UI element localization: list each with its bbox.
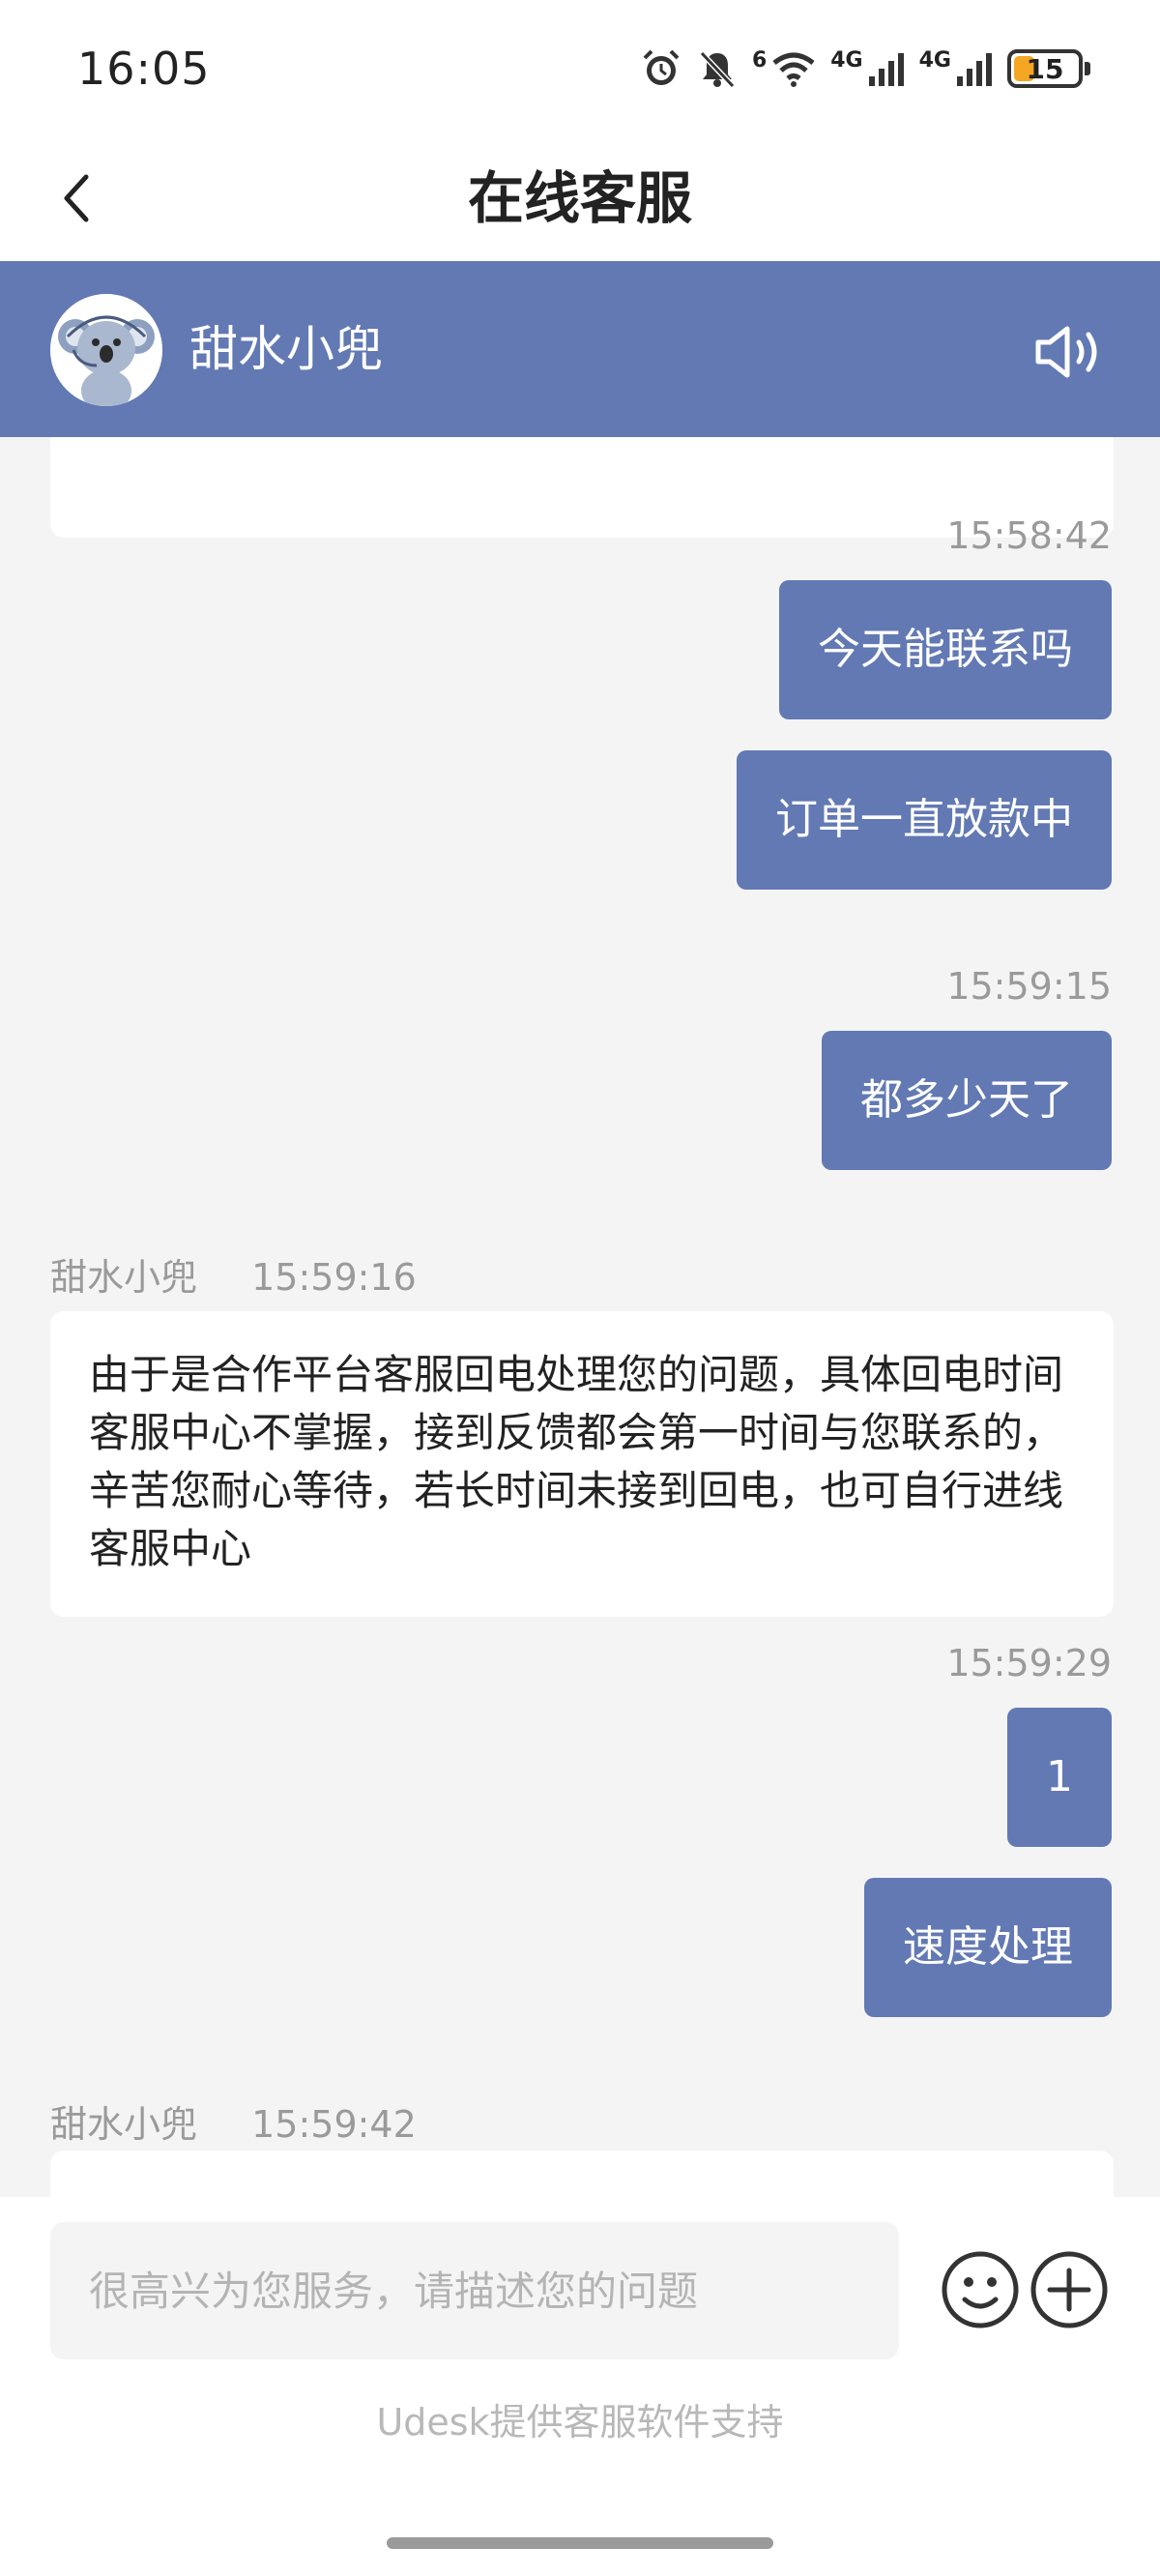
chat-area[interactable]: 15:58:42 今天能联系吗 订单一直放款中 15:59:15 都多少天了 甜… — [0, 437, 1160, 2197]
message-bubble-sent[interactable]: 订单一直放款中 — [737, 750, 1112, 890]
emoji-button[interactable] — [940, 2249, 1021, 2330]
status-icons: 6 4G 4G 15 — [640, 44, 1090, 93]
message-input[interactable] — [50, 2222, 899, 2359]
agent-header: 甜水小兜 — [0, 261, 1160, 437]
smiley-icon — [942, 2251, 1019, 2328]
sender-line: 甜水小兜 15:59:42 — [50, 2094, 417, 2148]
avatar[interactable] — [50, 294, 162, 406]
mute-bell-icon — [699, 50, 736, 89]
speaker-icon — [1035, 326, 1097, 378]
sender-name: 甜水小兜 — [50, 2103, 198, 2146]
status-time: 16:05 — [77, 43, 211, 95]
plus-circle-icon — [1030, 2251, 1108, 2328]
sender-name: 甜水小兜 — [50, 1256, 198, 1299]
speaker-button[interactable] — [1030, 311, 1112, 393]
battery-level: 15 — [1026, 52, 1064, 85]
message-bubble-sent[interactable]: 1 — [1007, 1708, 1112, 1847]
page-title: 在线客服 — [467, 165, 692, 231]
home-indicator[interactable] — [387, 2537, 773, 2549]
message-time: 15:59:29 — [946, 1642, 1112, 1684]
message-bubble-received[interactable]: 由于是合作平台客服回电处理您的问题，具体回电时间客服中心不掌握，接到反馈都会第一… — [50, 1311, 1114, 1617]
status-bar: 16:05 6 4G 4G 15 — [0, 0, 1160, 135]
network-label-2: 4G — [918, 47, 951, 73]
plus-button[interactable] — [1029, 2249, 1110, 2330]
alarm-icon — [643, 49, 680, 85]
message-bubble-sent[interactable]: 速度处理 — [864, 1878, 1112, 2017]
network-label-1: 4G — [830, 47, 863, 73]
message-time: 15:59:16 — [251, 1256, 417, 1299]
message-bubble-partial — [50, 2151, 1114, 2197]
powered-by-text: Udesk提供客服软件支持 — [376, 2401, 784, 2444]
message-time: 15:58:42 — [946, 514, 1112, 557]
message-bubble-sent[interactable]: 今天能联系吗 — [779, 580, 1112, 719]
wifi-icon — [772, 52, 815, 87]
signal-4g-icon — [957, 53, 992, 86]
message-time: 15:59:15 — [946, 965, 1112, 1008]
input-bar: Udesk提供客服软件支持 — [0, 2197, 1160, 2576]
koala-avatar-icon — [50, 294, 162, 406]
message-bubble-sent[interactable]: 都多少天了 — [822, 1031, 1112, 1170]
nav-bar: 在线客服 — [0, 135, 1160, 261]
agent-name: 甜水小兜 — [189, 321, 383, 377]
sender-line: 甜水小兜 15:59:16 — [50, 1247, 417, 1301]
wifi-label: 6 — [751, 47, 768, 73]
battery-icon: 15 — [1007, 49, 1090, 88]
signal-4g-icon — [868, 53, 904, 86]
message-time: 15:59:42 — [251, 2103, 417, 2146]
